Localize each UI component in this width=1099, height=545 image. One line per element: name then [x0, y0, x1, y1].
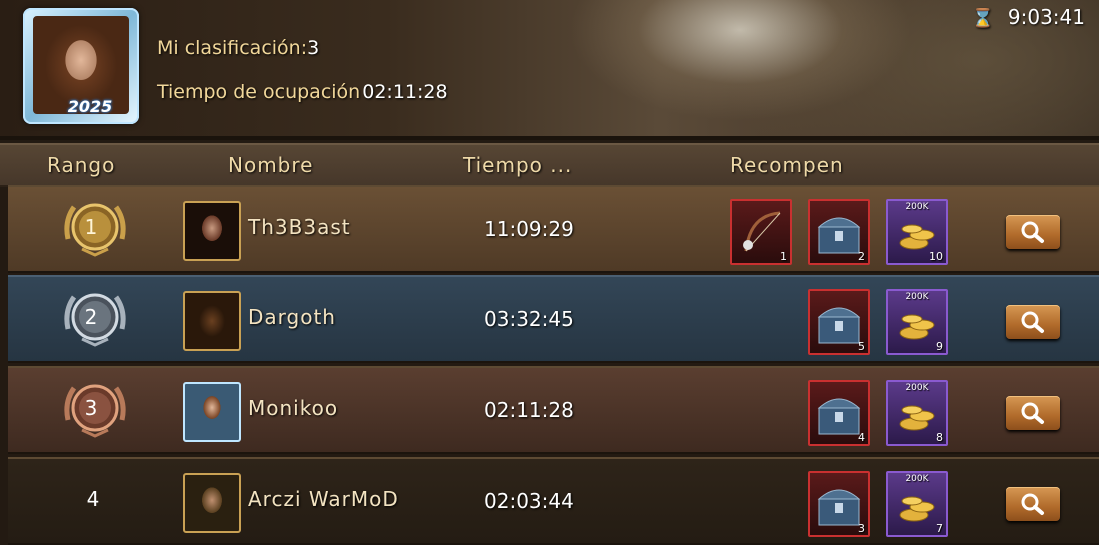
- reward-count: 1: [780, 250, 787, 263]
- column-rewards: Recompen: [730, 153, 844, 177]
- hourglass-icon: ⌛: [971, 8, 994, 29]
- reward-count: 10: [929, 250, 943, 263]
- view-player-button[interactable]: [1006, 305, 1060, 339]
- column-rank: Rango: [47, 153, 116, 177]
- gold-coins-icon: [899, 314, 935, 340]
- reward-chest[interactable]: 2: [808, 199, 870, 265]
- my-occupation-time: Tiempo de ocupación 02:11:28: [157, 81, 448, 103]
- reward-count: 8: [936, 431, 943, 444]
- chest-icon: [817, 398, 861, 435]
- rank-number: 1: [84, 215, 98, 239]
- player-name[interactable]: Th3B3ast: [248, 215, 351, 239]
- leaderboard-row[interactable]: 1 Th3B3ast 11:09:29 1 2 200K 10: [8, 185, 1099, 273]
- player-avatar[interactable]: [183, 382, 241, 442]
- reward-gold[interactable]: 200K 7: [886, 471, 948, 537]
- my-rank: Mi clasificación:3: [157, 37, 319, 59]
- gold-coins-icon: [899, 405, 935, 431]
- player-header: 2025 Mi clasificación:3 Tiempo de ocupac…: [0, 0, 1099, 140]
- player-avatar[interactable]: [183, 291, 241, 351]
- leaderboard-row[interactable]: 2 Dargoth 03:32:45 5 200K 9: [8, 275, 1099, 363]
- occupation-time: 02:03:44: [484, 489, 574, 513]
- gold-coins-icon: [899, 496, 935, 522]
- reward-chest[interactable]: 5: [808, 289, 870, 355]
- leaderboard-row[interactable]: 4 Arczi WarMoD 02:03:44 3 200K 7: [8, 457, 1099, 545]
- column-header-bar: Rango Nombre Tiempo ... Recompen: [0, 143, 1099, 187]
- reward-count: 5: [858, 340, 865, 353]
- occupation-time: 03:32:45: [484, 307, 574, 331]
- occupation-time: 02:11:28: [484, 398, 574, 422]
- rank-number: 4: [86, 487, 100, 511]
- column-time: Tiempo ...: [463, 153, 573, 177]
- reward-bow[interactable]: 1: [730, 199, 792, 265]
- chest-icon: [817, 217, 861, 254]
- reward-count: 9: [936, 340, 943, 353]
- search-icon: [1021, 221, 1044, 243]
- reward-count: 7: [936, 522, 943, 535]
- reward-gold[interactable]: 200K 8: [886, 380, 948, 446]
- reward-count: 3: [858, 522, 865, 535]
- my-rank-label: Mi clasificación:: [157, 37, 308, 59]
- my-rank-value: 3: [307, 37, 320, 59]
- avatar-badge: 2025: [67, 97, 113, 116]
- player-avatar[interactable]: [183, 201, 241, 261]
- rank-number: 3: [84, 396, 98, 420]
- reward-gold[interactable]: 200K 10: [886, 199, 948, 265]
- rank-number: 2: [84, 305, 98, 329]
- column-name: Nombre: [228, 153, 314, 177]
- view-player-button[interactable]: [1006, 215, 1060, 249]
- player-name[interactable]: Monikoo: [248, 396, 338, 420]
- search-icon: [1021, 311, 1044, 333]
- reward-chest[interactable]: 4: [808, 380, 870, 446]
- chest-icon: [817, 489, 861, 526]
- player-name[interactable]: Arczi WarMoD: [248, 487, 399, 511]
- occupation-value: 02:11:28: [362, 81, 448, 103]
- event-timer: ⌛ 9:03:41: [971, 5, 1085, 29]
- occupation-time: 11:09:29: [484, 217, 574, 241]
- my-avatar[interactable]: 2025: [23, 8, 139, 124]
- reward-chest[interactable]: 3: [808, 471, 870, 537]
- timer-value: 9:03:41: [1007, 5, 1085, 29]
- occupation-label: Tiempo de ocupación: [157, 81, 361, 103]
- player-avatar[interactable]: [183, 473, 241, 533]
- search-icon: [1021, 493, 1044, 515]
- view-player-button[interactable]: [1006, 487, 1060, 521]
- search-icon: [1021, 402, 1044, 424]
- reward-gold[interactable]: 200K 9: [886, 289, 948, 355]
- reward-count: 2: [858, 250, 865, 263]
- bow-icon: [743, 211, 781, 252]
- reward-count: 4: [858, 431, 865, 444]
- player-name[interactable]: Dargoth: [248, 305, 336, 329]
- view-player-button[interactable]: [1006, 396, 1060, 430]
- leaderboard-row[interactable]: 3 Monikoo 02:11:28 4 200K 8: [8, 366, 1099, 454]
- chest-icon: [817, 307, 861, 344]
